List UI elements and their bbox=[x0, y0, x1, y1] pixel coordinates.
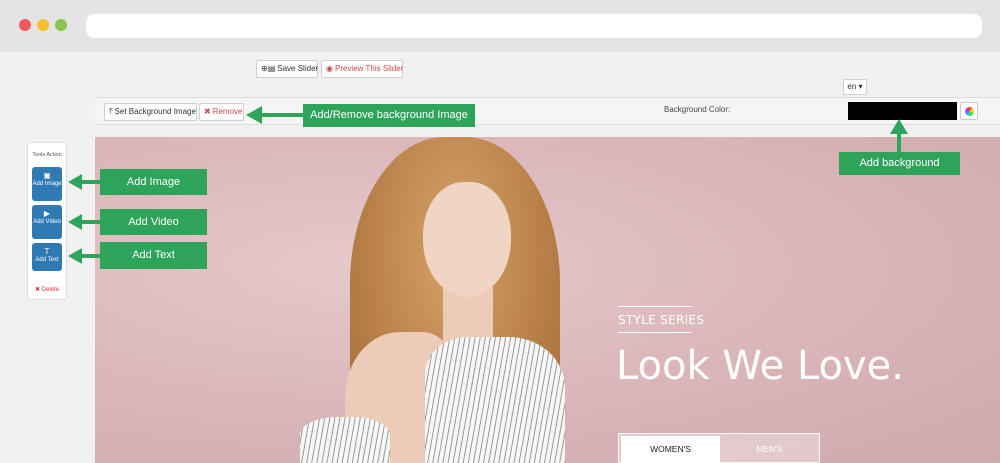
close-icon: ✖ bbox=[204, 107, 211, 116]
color-picker-button[interactable] bbox=[960, 102, 978, 120]
window-close-dot[interactable] bbox=[19, 19, 31, 31]
color-wheel-icon bbox=[965, 107, 974, 116]
slide-headline[interactable]: Look We Love. bbox=[616, 343, 904, 389]
add-image-button[interactable]: ▣ Add Image bbox=[32, 167, 62, 201]
delete-icon: ✖ bbox=[34, 287, 40, 293]
callout-add-text: Add Text bbox=[100, 242, 207, 269]
set-background-label: Set Background Image bbox=[114, 107, 196, 116]
callout-add-background: Add background bbox=[839, 152, 960, 175]
model-face bbox=[423, 182, 511, 297]
save-slider-label: Save Slider bbox=[277, 64, 319, 73]
remove-label: Remove bbox=[212, 107, 243, 116]
preview-slider-button[interactable]: ◉ Preview This Slider bbox=[321, 60, 403, 78]
slide-series-text[interactable]: STYLE SERIES bbox=[618, 313, 704, 327]
video-icon: ▶ bbox=[43, 209, 51, 218]
window-minimize-dot[interactable] bbox=[37, 19, 49, 31]
window-maximize-dot[interactable] bbox=[55, 19, 67, 31]
add-text-label: Add Text bbox=[35, 257, 59, 263]
preview-slider-label: Preview This Slider bbox=[334, 64, 404, 73]
add-text-button[interactable]: T Add Text bbox=[32, 243, 62, 271]
model-shirt-sleeve bbox=[300, 417, 390, 463]
set-background-image-button[interactable]: ⤒ Set Background Image bbox=[104, 103, 197, 121]
callout-remove-background: Add/Remove background Image bbox=[303, 104, 475, 127]
upload-icon: ⤒ bbox=[109, 107, 113, 116]
save-slider-button[interactable]: ⊕▤ Save Slider bbox=[256, 60, 318, 78]
language-dropdown[interactable]: en ▾ bbox=[843, 79, 867, 95]
delete-button[interactable]: ✖ Delete bbox=[28, 286, 66, 293]
gender-tabs: WOMEN'S MEN'S bbox=[618, 433, 820, 463]
add-video-button[interactable]: ▶ Add Video bbox=[32, 205, 62, 239]
text-icon: T bbox=[44, 247, 50, 256]
tab-mens[interactable]: MEN'S bbox=[720, 436, 819, 463]
add-image-label: Add Image bbox=[32, 181, 62, 187]
callout-add-image: Add Image bbox=[100, 169, 207, 195]
remove-background-button[interactable]: ✖ Remove bbox=[199, 103, 244, 121]
tools-title: Tools Action bbox=[32, 152, 62, 158]
eye-icon: ◉ bbox=[326, 64, 333, 73]
background-color-label: Background Color: bbox=[664, 105, 731, 114]
image-icon: ▣ bbox=[43, 171, 51, 180]
address-bar[interactable] bbox=[86, 14, 982, 38]
callout-add-video: Add Video bbox=[100, 209, 207, 235]
slide-canvas[interactable]: STYLE SERIES Look We Love. WOMEN'S MEN'S bbox=[95, 137, 1000, 463]
series-top-rule bbox=[618, 306, 692, 307]
tab-womens[interactable]: WOMEN'S bbox=[621, 436, 720, 463]
add-video-label: Add Video bbox=[33, 219, 61, 225]
model-shirt bbox=[425, 337, 565, 463]
series-bottom-rule bbox=[618, 332, 692, 333]
delete-label: Delete bbox=[41, 287, 60, 293]
tools-panel: Tools Action ▣ Add Image ▶ Add Video T A… bbox=[27, 142, 67, 300]
background-color-swatch[interactable] bbox=[848, 102, 957, 120]
save-icon: ⊕▤ bbox=[261, 64, 276, 73]
browser-chrome bbox=[0, 0, 1000, 52]
